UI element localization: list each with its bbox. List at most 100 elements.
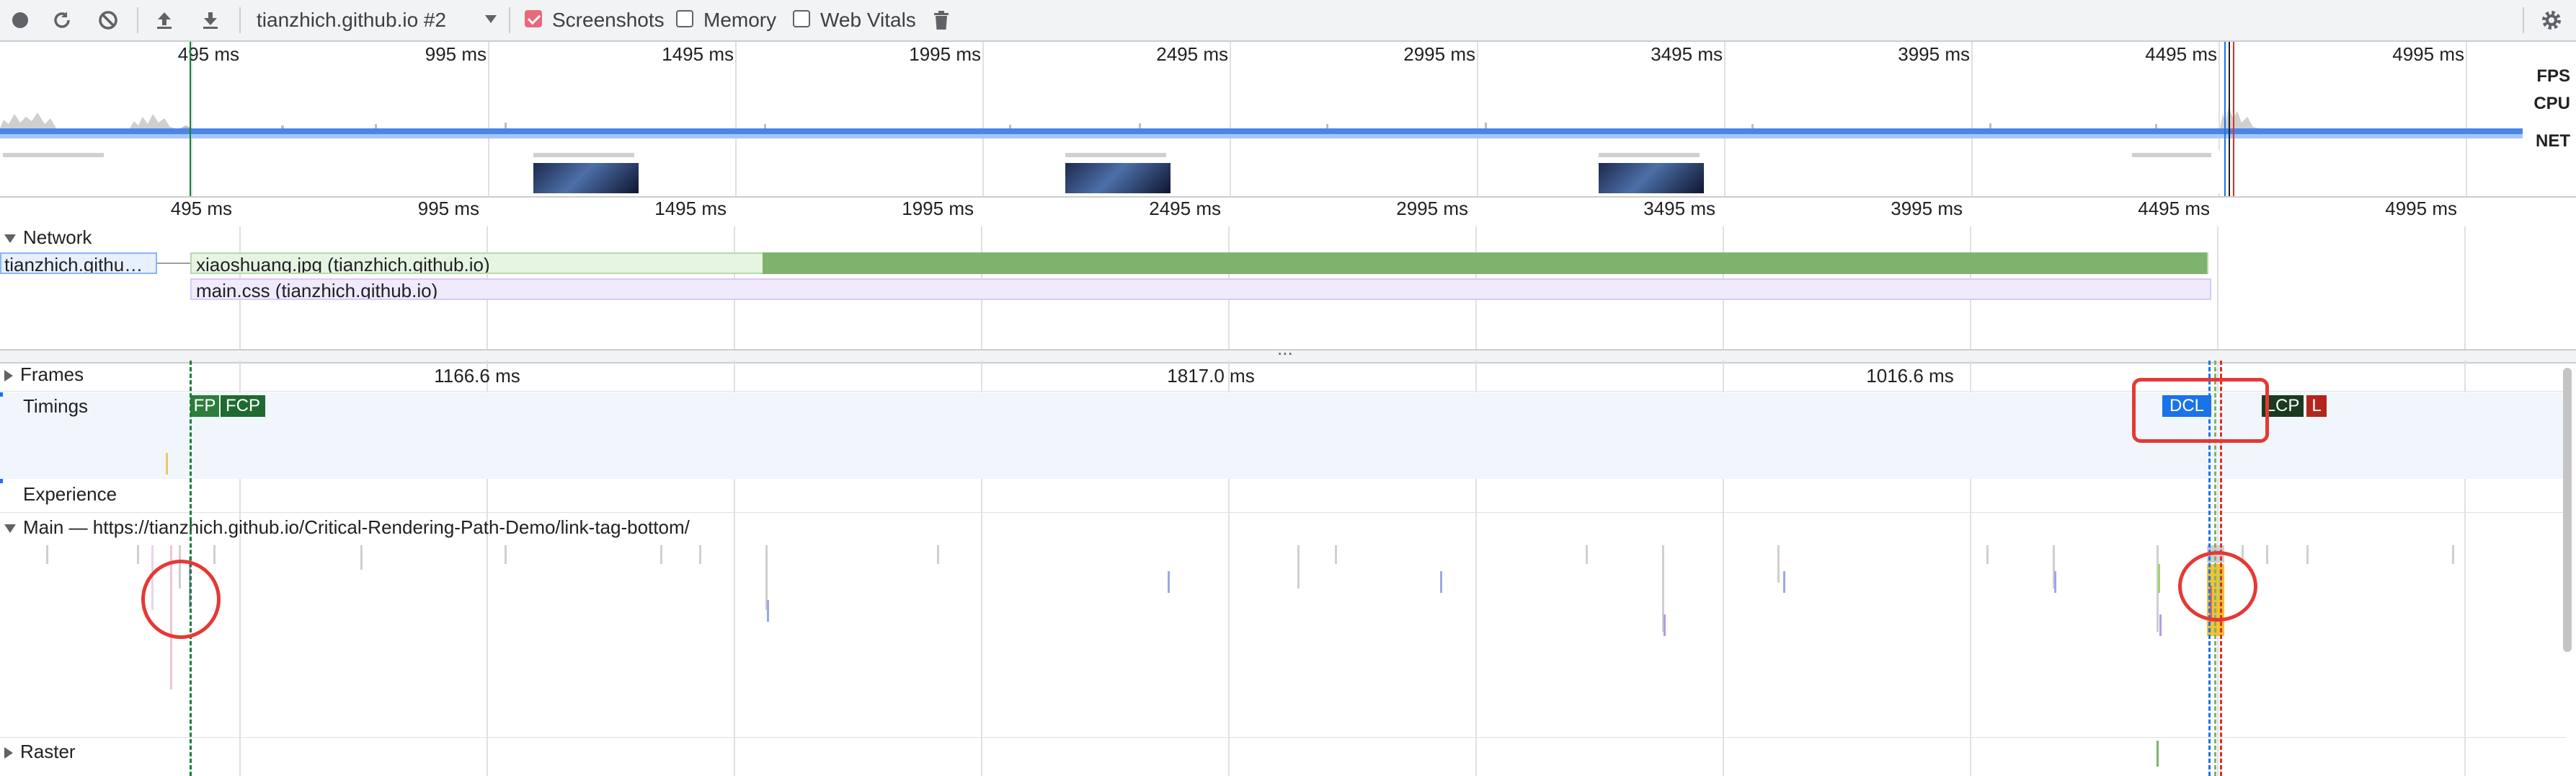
network-request-document[interactable]: tianzhich.githu… [0,252,157,274]
main-thread-track: Main — https://tianzhich.github.io/Criti… [0,513,2566,737]
task-slice[interactable] [213,545,216,564]
task-slice[interactable] [2159,614,2162,636]
ruler-tick: 2995 ms [1396,198,1468,219]
network-track-header[interactable]: Network [4,226,92,249]
frame-duration[interactable]: 1166.6 ms [434,365,520,387]
timing-event [166,453,168,475]
screenshot-thumbnail[interactable] [0,150,111,193]
overview-tick: 495 ms [177,43,239,65]
screenshot-thumbnail[interactable] [530,150,641,193]
gear-icon[interactable] [2537,6,2566,35]
screenshots-label[interactable]: Screenshots [552,0,665,40]
ruler-tick: 495 ms [170,198,232,219]
toolbar-divider [137,7,138,33]
save-profile-icon[interactable] [196,6,225,35]
expand-arrow-icon[interactable] [4,370,13,382]
grid-line [2217,226,2219,349]
toolbar-divider [2523,7,2524,33]
task-slice[interactable] [1664,614,1666,636]
net-bar [0,134,2523,138]
record-icon[interactable] [6,6,35,35]
network-title: Network [23,226,92,248]
image-download-bar [763,252,2207,274]
frames-title: Frames [20,363,84,385]
task-slice[interactable] [1440,571,1442,593]
memory-label[interactable]: Memory [703,0,776,40]
screenshot-thumbnail[interactable] [1596,150,1707,193]
task-slice[interactable] [1783,571,1785,593]
expand-arrow-icon[interactable] [4,524,16,534]
web-vitals-checkbox[interactable] [793,10,810,27]
vertical-scrollbar[interactable] [2563,368,2572,652]
request-whisker [157,263,190,264]
overview-tick: 1495 ms [662,43,734,65]
task-slice[interactable] [2452,545,2454,564]
raster-track-header[interactable]: Raster [4,741,76,763]
timings-title[interactable]: Timings [23,395,88,418]
raster-slice[interactable] [2157,741,2159,767]
fp-marker[interactable]: FP [190,395,219,417]
marker-line [2229,42,2230,196]
expand-arrow-icon[interactable] [4,234,16,244]
overview-tick: 3995 ms [1898,43,1970,65]
task-slice[interactable] [360,545,363,570]
task-slice[interactable] [1777,545,1780,583]
task-slice[interactable] [2306,545,2309,564]
task-slice[interactable] [660,545,662,564]
ruler-tick: 2495 ms [1149,198,1221,219]
overview-tick: 4495 ms [2145,43,2217,65]
dcl-marker-line [2224,42,2226,196]
overview-tick: 3495 ms [1651,43,1723,65]
task-slice[interactable] [2158,564,2160,593]
screenshot-thumbnail[interactable] [1062,150,1173,193]
experience-track: Experience [0,479,2566,513]
splitter-handle[interactable]: ... [1277,338,1293,360]
task-slice[interactable] [699,545,701,564]
main-ruler: 495 ms 995 ms 1495 ms 1995 ms 2495 ms 29… [0,198,2576,226]
task-slice[interactable] [1586,545,1588,564]
ruler-tick: 3995 ms [1891,198,1963,219]
web-vitals-label[interactable]: Web Vitals [820,0,916,40]
chevron-down-icon[interactable] [484,14,497,28]
task-slice[interactable] [46,545,48,564]
performance-toolbar: tianzhich.github.io #2 Screenshots Memor… [0,0,2576,42]
screenshot-thumbnail[interactable] [2129,150,2223,193]
task-slice[interactable] [137,545,139,564]
frame-duration[interactable]: 1817.0 ms [1167,365,1254,387]
toolbar-divider [509,7,510,33]
task-slice[interactable] [767,600,769,622]
task-slice[interactable] [2054,571,2056,593]
task-slice[interactable] [937,545,939,564]
frames-track-header[interactable]: Frames [4,363,84,386]
ruler-tick: 3495 ms [1643,198,1715,219]
timeline-overview[interactable]: 495 ms 995 ms 1495 ms 1995 ms 2495 ms 29… [0,42,2576,198]
fcp-marker[interactable]: FCP [221,395,265,417]
profile-select[interactable]: tianzhich.github.io #2 [257,0,446,40]
main-title: Main — https://tianzhich.github.io/Criti… [23,516,690,538]
expand-arrow-icon[interactable] [4,747,13,759]
task-slice[interactable] [2266,545,2268,564]
task-slice[interactable] [1335,545,1337,564]
raster-title: Raster [20,741,76,762]
clear-icon[interactable] [94,6,123,35]
task-slice[interactable] [1986,545,1989,564]
task-slice[interactable] [1168,571,1170,593]
load-marker[interactable]: L [2306,395,2327,417]
trash-icon[interactable] [927,6,956,35]
ruler-tick: 4995 ms [2385,198,2457,219]
annotation-box-dcl [2132,378,2269,443]
screenshots-checkbox[interactable] [525,10,542,27]
fcp-marker-line [190,42,191,196]
reload-record-icon[interactable] [48,6,76,35]
load-marker-line [2233,42,2234,196]
grid-line [2464,226,2466,349]
load-profile-icon[interactable] [150,6,179,35]
network-track: Network tianzhich.githu… xiaoshuang.jpg … [0,226,2576,349]
frame-duration[interactable]: 1016.6 ms [1866,365,1953,387]
task-slice[interactable] [1297,545,1300,588]
experience-title[interactable]: Experience [23,483,117,506]
task-slice[interactable] [505,545,507,564]
main-track-header[interactable]: Main — https://tianzhich.github.io/Criti… [4,516,690,539]
network-request-css[interactable]: main.css (tianzhich.github.io) [190,278,2211,300]
memory-checkbox[interactable] [676,10,693,27]
